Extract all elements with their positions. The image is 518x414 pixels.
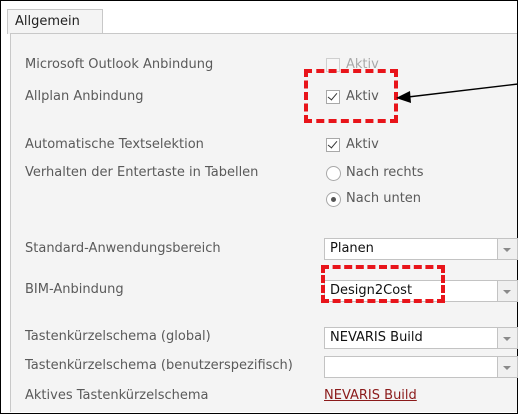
bim-dropdown-icon[interactable] — [498, 280, 518, 302]
bim-label: BIM-Anbindung — [25, 282, 124, 297]
anwendungsbereich-select[interactable]: Planen — [324, 238, 498, 260]
schema-global-select[interactable]: NEVARIS Build — [324, 327, 498, 349]
schema-aktiv-label: Aktives Tastenkürzelschema — [25, 388, 209, 403]
tab-bar: Allgemein — [1, 1, 517, 34]
schema-global-label: Tastenkürzelschema (global) — [25, 329, 211, 344]
highlight-box-bim — [321, 265, 445, 303]
anwendungsbereich-dropdown-icon[interactable] — [498, 238, 518, 260]
textselektion-checkbox[interactable] — [326, 138, 340, 152]
textselektion-label: Automatische Textselektion — [25, 137, 204, 152]
entertaste-label: Verhalten der Entertaste in Tabellen — [25, 165, 259, 180]
schema-global-dropdown-icon[interactable] — [498, 327, 518, 349]
radio-nach-unten-label: Nach unten — [346, 191, 422, 206]
schema-user-select[interactable] — [324, 356, 498, 378]
outlook-label: Microsoft Outlook Anbindung — [25, 57, 214, 72]
schema-user-dropdown-icon[interactable] — [498, 356, 518, 378]
radio-nach-rechts-label: Nach rechts — [346, 165, 424, 180]
allplan-label: Allplan Anbindung — [25, 89, 144, 104]
textselektion-option-label: Aktiv — [346, 137, 379, 152]
schema-aktiv-link[interactable]: NEVARIS Build — [324, 388, 417, 403]
schema-user-label: Tastenkürzelschema (benutzerspezifisch) — [25, 358, 293, 373]
radio-nach-rechts[interactable] — [326, 166, 341, 181]
highlight-box-allplan — [304, 69, 398, 123]
anwendungsbereich-label: Standard-Anwendungsbereich — [25, 241, 221, 256]
tab-allgemein[interactable]: Allgemein — [7, 9, 103, 34]
radio-nach-unten[interactable] — [326, 192, 341, 207]
